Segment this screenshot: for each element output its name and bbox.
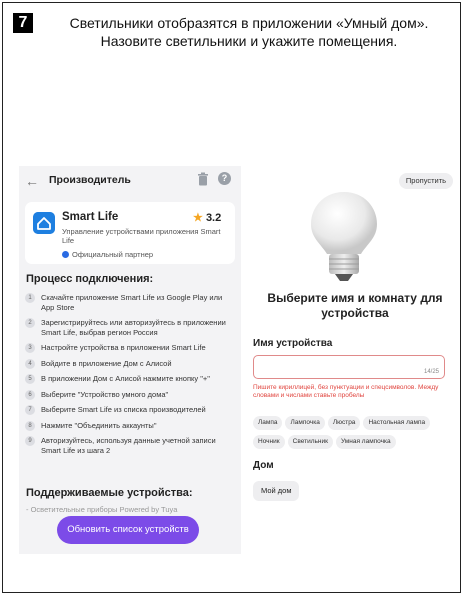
suggestion-chip[interactable]: Лампочка — [285, 416, 325, 430]
update-device-list-button[interactable]: Обновить список устройств — [57, 516, 199, 544]
verified-icon — [62, 251, 69, 258]
app-rating: ★ 3.2 — [193, 211, 221, 224]
process-steps-list: 1 Скачайте приложение Smart Life из Googl… — [25, 293, 237, 461]
app-name: Smart Life — [62, 211, 119, 223]
device-name-input[interactable]: 14/25 — [253, 355, 445, 379]
list-item: 1 Скачайте приложение Smart Life из Googl… — [25, 293, 237, 312]
list-item: 9 Авторизуйтесь, используя данные учетной… — [25, 436, 237, 455]
instruction-line-1: Светильники отобразятся в приложении «Ум… — [69, 15, 429, 31]
step-text: В приложении Дом с Алисой нажмите кнопку… — [41, 374, 210, 383]
list-item: 6 Выберите "Устройство умного дома" — [25, 389, 237, 400]
arrow-left-icon[interactable]: ← — [25, 173, 39, 189]
star-icon: ★ — [193, 212, 203, 224]
process-title: Процесс подключения: — [26, 273, 154, 285]
device-name-label: Имя устройства — [253, 338, 333, 349]
list-item: 8 Нажмите "Объединить аккаунты" — [25, 420, 237, 431]
rating-value: 3.2 — [205, 212, 222, 224]
name-suggestions-row-2: Ночник Светильник Умная лампочка — [253, 430, 457, 449]
manufacturer-topbar: ← Производитель ? — [19, 166, 241, 194]
page-title: Производитель — [49, 174, 131, 186]
step-num: 7 — [25, 405, 35, 415]
step-num: 2 — [25, 318, 35, 328]
step-num: 1 — [25, 293, 35, 303]
step-num: 9 — [25, 436, 35, 446]
step-text: Зарегистрируйтесь или авторизуйтесь в пр… — [41, 318, 226, 337]
smart-life-logo-icon — [33, 212, 55, 234]
step-num: 6 — [25, 389, 35, 400]
step-text: Выберите "Устройство умного дома" — [41, 389, 169, 399]
light-bulb-icon — [311, 192, 377, 281]
question-icon[interactable]: ? — [218, 172, 231, 185]
skip-button[interactable]: Пропустить — [399, 173, 453, 189]
suggestion-chip[interactable]: Лампа — [253, 416, 283, 430]
step-num: 3 — [25, 343, 35, 353]
list-item: 7 Выберите Smart Life из списка производи… — [25, 405, 237, 415]
suggestion-chip[interactable]: Люстра — [327, 416, 361, 430]
suggestion-chip[interactable]: Настольная лампа — [363, 416, 431, 430]
list-item: 4 Войдите в приложение Дом с Алисой — [25, 358, 237, 369]
manufacturer-screen: ← Производитель ? Smart Life ★ 3.2 Управ… — [19, 166, 241, 554]
official-partner-badge: Официальный партнер — [62, 250, 153, 259]
instruction-text: Светильники отобразятся в приложении «Ум… — [39, 14, 459, 50]
home-select-chip[interactable]: Мой дом — [253, 481, 300, 501]
step-text: Войдите в приложение Дом с Алисой — [41, 358, 172, 368]
list-item: 3 Настройте устройства в приложении Smart… — [25, 343, 237, 353]
suggestion-chip[interactable]: Ночник — [253, 435, 285, 449]
name-suggestions-row-1: Лампа Лампочка Люстра Настольная лампа — [253, 411, 457, 430]
list-item: 2 Зарегистрируйтесь или авторизуйтесь в п… — [25, 318, 237, 337]
step-text: Скачайте приложение Smart Life из Google… — [41, 293, 223, 312]
app-card[interactable]: Smart Life ★ 3.2 Управление устройствами… — [25, 202, 235, 264]
step-number-badge: 7 — [13, 13, 33, 33]
step-num: 5 — [25, 374, 35, 384]
step-text: Авторизуйтесь, используя данные учетной … — [41, 436, 216, 455]
trash-icon[interactable] — [197, 172, 209, 186]
suggestion-chip[interactable]: Умная лампочка — [335, 435, 396, 449]
list-item: 5 В приложении Дом с Алисой нажмите кнопк… — [25, 374, 237, 384]
partner-label: Официальный партнер — [72, 250, 154, 259]
suggestion-chip[interactable]: Светильник — [287, 435, 333, 449]
step-text: Настройте устройства в приложении Smart … — [41, 343, 206, 352]
step-num: 4 — [25, 358, 35, 369]
char-counter: 14/25 — [423, 369, 439, 375]
name-error-text: Пишите кириллицей, без пунктуации и спец… — [253, 384, 439, 399]
instruction-frame: 7 Светильники отобразятся в приложении «… — [2, 2, 461, 593]
step-text: Выберите Smart Life из списка производит… — [41, 405, 206, 414]
choose-name-title: Выберите имя и комнату для устройства — [267, 291, 443, 320]
instruction-line-2: Назовите светильники и укажите помещения… — [100, 33, 398, 49]
device-name-screen: Пропустить Выберите имя и комнату для ус… — [247, 166, 457, 554]
supported-device-item: - Осветительные приборы Powered by Tuya — [26, 505, 178, 514]
step-text: Нажмите "Объединить аккаунты" — [41, 420, 157, 430]
step-num: 8 — [25, 420, 35, 431]
home-label: Дом — [253, 460, 274, 471]
app-description: Управление устройствами приложения Smart… — [62, 227, 221, 245]
supported-devices-title: Поддерживаемые устройства: — [26, 487, 193, 499]
